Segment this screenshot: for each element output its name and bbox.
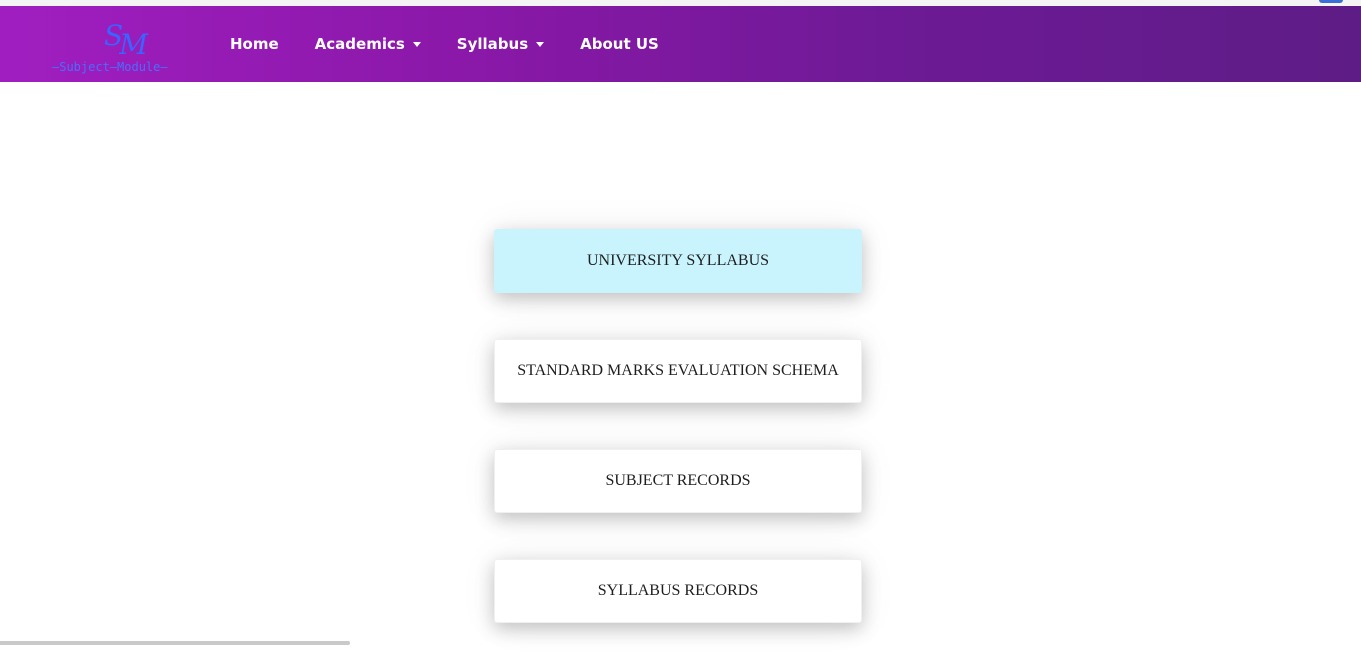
nav-syllabus-label: Syllabus: [456, 35, 529, 53]
brand-subtitle: —Subject—Module—: [52, 60, 168, 74]
card-university-syllabus[interactable]: UNIVERSITY SYLLABUS: [494, 229, 862, 293]
caret-down-icon: [412, 41, 421, 47]
card-subject-records[interactable]: SUBJECT RECORDS: [494, 449, 862, 513]
brand-logo[interactable]: SM —Subject—Module—: [52, 16, 198, 74]
menu-cards: UNIVERSITY SYLLABUS STANDARD MARKS EVALU…: [494, 229, 862, 669]
nav-about-us[interactable]: About US: [562, 35, 677, 53]
brand-monogram-s: S: [104, 19, 123, 52]
nav-home-label: Home: [230, 35, 279, 53]
caret-down-icon: [536, 41, 545, 47]
nav-links: Home Academics Syllabus About US: [212, 6, 677, 82]
card-label: UNIVERSITY SYLLABUS: [586, 252, 770, 269]
nav-about-us-label: About US: [580, 35, 659, 53]
nav-academics-label: Academics: [314, 35, 405, 53]
nav-home[interactable]: Home: [212, 35, 297, 53]
card-label: STANDARD MARKS EVALUATION SCHEMA: [517, 362, 839, 379]
card-label: SYLLABUS RECORDS: [597, 582, 759, 599]
card-label: SUBJECT RECORDS: [605, 472, 751, 489]
nav-syllabus-dropdown[interactable]: Syllabus: [439, 35, 562, 53]
brand-monogram-m: M: [119, 28, 148, 61]
brand-monogram: SM: [104, 16, 148, 61]
horizontal-scrollbar[interactable]: [0, 641, 350, 645]
nav-academics-dropdown[interactable]: Academics: [297, 35, 439, 53]
browser-edge-indicator: [1319, 0, 1343, 3]
navbar: SM —Subject—Module— Home Academics Sylla…: [0, 6, 1361, 82]
card-syllabus-records[interactable]: SYLLABUS RECORDS: [494, 559, 862, 623]
card-standard-marks-evaluation-schema[interactable]: STANDARD MARKS EVALUATION SCHEMA: [494, 339, 862, 403]
